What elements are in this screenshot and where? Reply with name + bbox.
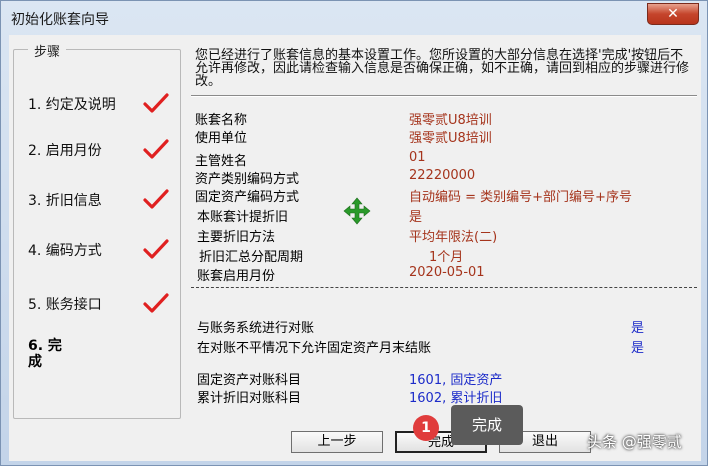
account-value: 1601, 固定资产 bbox=[409, 373, 503, 388]
finish-tooltip: 完成 bbox=[451, 405, 523, 445]
step-5: 5. 账务接口 bbox=[28, 297, 102, 313]
step-badge: 1 bbox=[413, 415, 439, 441]
watermark: 头条 @强零贰 bbox=[587, 433, 682, 451]
description-text: 您已经进行了账套信息的基本设置工作。您所设置的大部分信息在选择'完成'按钮后不允… bbox=[195, 48, 690, 89]
prev-button[interactable]: 上一步 bbox=[291, 431, 383, 453]
steps-group: 步骤 1. 约定及说明 2. 启用月份 3. 折旧信息 4. 编码方式 5. 账… bbox=[13, 41, 181, 419]
wizard-window: 初始化账套向导 ✕ 步骤 1. 约定及说明 2. 启用月份 3. 折旧信息 4.… bbox=[0, 0, 708, 466]
top-separator bbox=[191, 95, 697, 97]
step-6-current: 6. 完成 bbox=[28, 338, 62, 370]
steps-legend: 步骤 bbox=[28, 41, 67, 60]
summary-value: 是 bbox=[409, 210, 423, 225]
account-label: 固定资产对账科目 bbox=[197, 373, 302, 388]
summary-label: 主要折旧方法 bbox=[197, 230, 276, 245]
summary-label: 固定资产编码方式 bbox=[195, 190, 300, 205]
move-cursor-icon bbox=[343, 197, 371, 225]
summary-label: 账套启用月份 bbox=[197, 269, 276, 284]
step-2: 2. 启用月份 bbox=[28, 143, 102, 159]
summary-label: 折旧汇总分配周期 bbox=[199, 250, 304, 265]
summary-value: 2020-05-01 bbox=[409, 265, 485, 280]
title-bar: 初始化账套向导 ✕ bbox=[1, 1, 707, 35]
step-1-check-icon bbox=[142, 92, 170, 114]
summary-value: 平均年限法(二) bbox=[409, 230, 498, 245]
summary-label: 账套名称 bbox=[195, 113, 248, 128]
middle-separator bbox=[191, 287, 697, 288]
reconcile-value: 是 bbox=[631, 321, 645, 336]
summary-label: 主管姓名 bbox=[195, 154, 248, 169]
summary-value: 22220000 bbox=[409, 168, 476, 183]
step-5-check-icon bbox=[142, 292, 170, 314]
summary-label: 本账套计提折旧 bbox=[197, 210, 289, 225]
close-button[interactable]: ✕ bbox=[647, 3, 699, 25]
step-1: 1. 约定及说明 bbox=[28, 97, 116, 113]
reconcile-value: 是 bbox=[631, 341, 645, 356]
summary-label: 资产类别编码方式 bbox=[195, 172, 300, 187]
step-3-check-icon bbox=[142, 188, 170, 210]
step-2-check-icon bbox=[142, 138, 170, 160]
wizard-client-area: 步骤 1. 约定及说明 2. 启用月份 3. 折旧信息 4. 编码方式 5. 账… bbox=[9, 35, 701, 461]
account-label: 累计折旧对账科目 bbox=[197, 391, 302, 406]
summary-value: 强零贰U8培训 bbox=[409, 131, 492, 146]
summary-value: 01 bbox=[409, 150, 426, 165]
window-title: 初始化账套向导 bbox=[11, 12, 109, 28]
account-value: 1602, 累计折旧 bbox=[409, 391, 503, 406]
reconcile-label: 与账务系统进行对账 bbox=[197, 321, 315, 336]
summary-label: 使用单位 bbox=[195, 131, 248, 146]
summary-value: 自动编码 = 类别编号+部门编号+序号 bbox=[409, 190, 632, 205]
close-icon: ✕ bbox=[667, 6, 679, 22]
step-4-check-icon bbox=[142, 238, 170, 260]
reconcile-label: 在对账不平情况下允许固定资产月末结账 bbox=[197, 341, 432, 356]
step-3: 3. 折旧信息 bbox=[28, 193, 102, 209]
summary-value: 1个月 bbox=[429, 250, 464, 265]
summary-value: 强零贰U8培训 bbox=[409, 113, 492, 128]
step-4: 4. 编码方式 bbox=[28, 243, 102, 259]
